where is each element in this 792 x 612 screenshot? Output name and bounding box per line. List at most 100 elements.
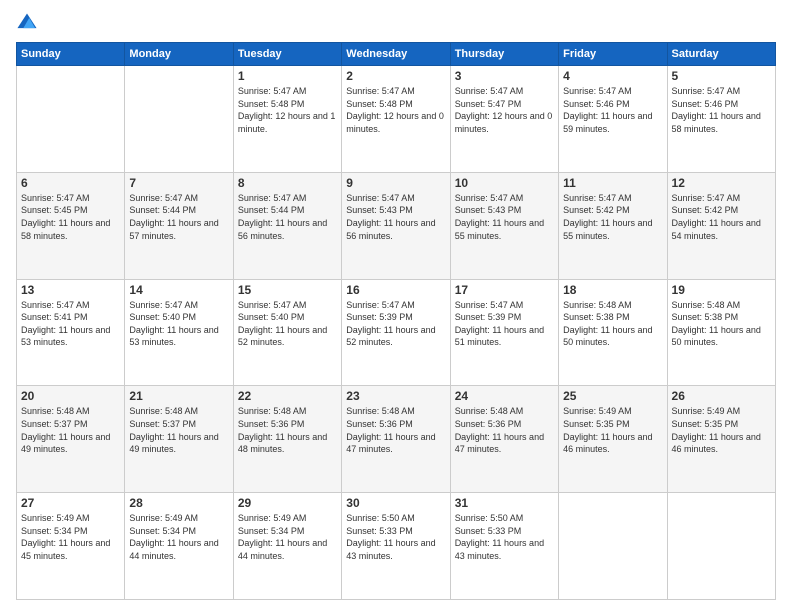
day-info: Sunrise: 5:47 AMSunset: 5:42 PMDaylight:… bbox=[563, 192, 662, 242]
calendar-cell: 30 Sunrise: 5:50 AMSunset: 5:33 PMDayligh… bbox=[342, 493, 450, 600]
day-number: 8 bbox=[238, 176, 337, 190]
weekday-sunday: Sunday bbox=[17, 43, 125, 66]
calendar-cell bbox=[125, 66, 233, 173]
calendar-cell: 1 Sunrise: 5:47 AMSunset: 5:48 PMDaylight… bbox=[233, 66, 341, 173]
day-number: 18 bbox=[563, 283, 662, 297]
calendar-cell: 16 Sunrise: 5:47 AMSunset: 5:39 PMDayligh… bbox=[342, 279, 450, 386]
calendar-cell: 26 Sunrise: 5:49 AMSunset: 5:35 PMDayligh… bbox=[667, 386, 775, 493]
calendar: SundayMondayTuesdayWednesdayThursdayFrid… bbox=[16, 42, 776, 600]
day-info: Sunrise: 5:49 AMSunset: 5:35 PMDaylight:… bbox=[563, 405, 662, 455]
day-number: 27 bbox=[21, 496, 120, 510]
week-row-2: 6 Sunrise: 5:47 AMSunset: 5:45 PMDaylight… bbox=[17, 172, 776, 279]
calendar-cell: 12Sunrise: 5:47 AMSunset: 5:42 PMDayligh… bbox=[667, 172, 775, 279]
day-info: Sunrise: 5:47 AMSunset: 5:47 PMDaylight:… bbox=[455, 85, 554, 135]
day-info: Sunrise: 5:47 AMSunset: 5:41 PMDaylight:… bbox=[21, 299, 120, 349]
day-number: 22 bbox=[238, 389, 337, 403]
day-number: 15 bbox=[238, 283, 337, 297]
day-info: Sunrise: 5:48 AMSunset: 5:36 PMDaylight:… bbox=[455, 405, 554, 455]
day-info: Sunrise: 5:47 AMSunset: 5:45 PMDaylight:… bbox=[21, 192, 120, 242]
day-number: 2 bbox=[346, 69, 445, 83]
calendar-cell: 5 Sunrise: 5:47 AMSunset: 5:46 PMDaylight… bbox=[667, 66, 775, 173]
calendar-cell: 22Sunrise: 5:48 AMSunset: 5:36 PMDayligh… bbox=[233, 386, 341, 493]
day-number: 6 bbox=[21, 176, 120, 190]
day-info: Sunrise: 5:48 AMSunset: 5:38 PMDaylight:… bbox=[563, 299, 662, 349]
day-number: 10 bbox=[455, 176, 554, 190]
calendar-cell: 7Sunrise: 5:47 AMSunset: 5:44 PMDaylight… bbox=[125, 172, 233, 279]
day-info: Sunrise: 5:48 AMSunset: 5:37 PMDaylight:… bbox=[21, 405, 120, 455]
calendar-cell: 19Sunrise: 5:48 AMSunset: 5:38 PMDayligh… bbox=[667, 279, 775, 386]
day-info: Sunrise: 5:47 AMSunset: 5:48 PMDaylight:… bbox=[238, 85, 337, 135]
calendar-cell: 10Sunrise: 5:47 AMSunset: 5:43 PMDayligh… bbox=[450, 172, 558, 279]
day-number: 11 bbox=[563, 176, 662, 190]
day-number: 20 bbox=[21, 389, 120, 403]
day-info: Sunrise: 5:47 AMSunset: 5:39 PMDaylight:… bbox=[346, 299, 445, 349]
day-number: 16 bbox=[346, 283, 445, 297]
day-number: 14 bbox=[129, 283, 228, 297]
weekday-monday: Monday bbox=[125, 43, 233, 66]
header bbox=[16, 12, 776, 34]
calendar-cell bbox=[667, 493, 775, 600]
day-number: 3 bbox=[455, 69, 554, 83]
day-info: Sunrise: 5:47 AMSunset: 5:40 PMDaylight:… bbox=[129, 299, 228, 349]
day-number: 24 bbox=[455, 389, 554, 403]
logo bbox=[16, 12, 40, 34]
day-info: Sunrise: 5:50 AMSunset: 5:33 PMDaylight:… bbox=[346, 512, 445, 562]
day-info: Sunrise: 5:49 AMSunset: 5:34 PMDaylight:… bbox=[21, 512, 120, 562]
calendar-cell: 21Sunrise: 5:48 AMSunset: 5:37 PMDayligh… bbox=[125, 386, 233, 493]
calendar-cell: 2 Sunrise: 5:47 AMSunset: 5:48 PMDaylight… bbox=[342, 66, 450, 173]
day-info: Sunrise: 5:48 AMSunset: 5:36 PMDaylight:… bbox=[346, 405, 445, 455]
calendar-cell: 29 Sunrise: 5:49 AMSunset: 5:34 PMDayligh… bbox=[233, 493, 341, 600]
calendar-cell: 27 Sunrise: 5:49 AMSunset: 5:34 PMDayligh… bbox=[17, 493, 125, 600]
day-number: 29 bbox=[238, 496, 337, 510]
day-info: Sunrise: 5:47 AMSunset: 5:46 PMDaylight:… bbox=[563, 85, 662, 135]
day-number: 12 bbox=[672, 176, 771, 190]
calendar-cell: 6 Sunrise: 5:47 AMSunset: 5:45 PMDaylight… bbox=[17, 172, 125, 279]
weekday-friday: Friday bbox=[559, 43, 667, 66]
day-info: Sunrise: 5:47 AMSunset: 5:40 PMDaylight:… bbox=[238, 299, 337, 349]
day-number: 13 bbox=[21, 283, 120, 297]
day-info: Sunrise: 5:47 AMSunset: 5:44 PMDaylight:… bbox=[129, 192, 228, 242]
calendar-cell: 15 Sunrise: 5:47 AMSunset: 5:40 PMDayligh… bbox=[233, 279, 341, 386]
day-info: Sunrise: 5:48 AMSunset: 5:37 PMDaylight:… bbox=[129, 405, 228, 455]
weekday-thursday: Thursday bbox=[450, 43, 558, 66]
day-number: 9 bbox=[346, 176, 445, 190]
day-number: 5 bbox=[672, 69, 771, 83]
calendar-cell: 17Sunrise: 5:47 AMSunset: 5:39 PMDayligh… bbox=[450, 279, 558, 386]
logo-icon bbox=[16, 12, 38, 34]
calendar-cell: 18 Sunrise: 5:48 AMSunset: 5:38 PMDayligh… bbox=[559, 279, 667, 386]
day-info: Sunrise: 5:47 AMSunset: 5:46 PMDaylight:… bbox=[672, 85, 771, 135]
page: SundayMondayTuesdayWednesdayThursdayFrid… bbox=[0, 0, 792, 612]
week-row-4: 20 Sunrise: 5:48 AMSunset: 5:37 PMDayligh… bbox=[17, 386, 776, 493]
day-info: Sunrise: 5:47 AMSunset: 5:39 PMDaylight:… bbox=[455, 299, 554, 349]
day-info: Sunrise: 5:47 AMSunset: 5:43 PMDaylight:… bbox=[346, 192, 445, 242]
day-info: Sunrise: 5:50 AMSunset: 5:33 PMDaylight:… bbox=[455, 512, 554, 562]
calendar-cell bbox=[559, 493, 667, 600]
weekday-tuesday: Tuesday bbox=[233, 43, 341, 66]
day-info: Sunrise: 5:48 AMSunset: 5:38 PMDaylight:… bbox=[672, 299, 771, 349]
day-info: Sunrise: 5:47 AMSunset: 5:48 PMDaylight:… bbox=[346, 85, 445, 135]
weekday-header-row: SundayMondayTuesdayWednesdayThursdayFrid… bbox=[17, 43, 776, 66]
day-info: Sunrise: 5:49 AMSunset: 5:35 PMDaylight:… bbox=[672, 405, 771, 455]
calendar-cell: 11 Sunrise: 5:47 AMSunset: 5:42 PMDayligh… bbox=[559, 172, 667, 279]
calendar-cell bbox=[17, 66, 125, 173]
calendar-cell: 20 Sunrise: 5:48 AMSunset: 5:37 PMDayligh… bbox=[17, 386, 125, 493]
day-number: 25 bbox=[563, 389, 662, 403]
week-row-5: 27 Sunrise: 5:49 AMSunset: 5:34 PMDayligh… bbox=[17, 493, 776, 600]
day-number: 30 bbox=[346, 496, 445, 510]
day-number: 4 bbox=[563, 69, 662, 83]
week-row-3: 13 Sunrise: 5:47 AMSunset: 5:41 PMDayligh… bbox=[17, 279, 776, 386]
calendar-cell: 8Sunrise: 5:47 AMSunset: 5:44 PMDaylight… bbox=[233, 172, 341, 279]
day-number: 26 bbox=[672, 389, 771, 403]
week-row-1: 1 Sunrise: 5:47 AMSunset: 5:48 PMDaylight… bbox=[17, 66, 776, 173]
calendar-cell: 23Sunrise: 5:48 AMSunset: 5:36 PMDayligh… bbox=[342, 386, 450, 493]
day-number: 28 bbox=[129, 496, 228, 510]
day-number: 1 bbox=[238, 69, 337, 83]
calendar-cell: 4 Sunrise: 5:47 AMSunset: 5:46 PMDaylight… bbox=[559, 66, 667, 173]
calendar-cell: 3 Sunrise: 5:47 AMSunset: 5:47 PMDaylight… bbox=[450, 66, 558, 173]
calendar-cell: 24 Sunrise: 5:48 AMSunset: 5:36 PMDayligh… bbox=[450, 386, 558, 493]
calendar-cell: 31 Sunrise: 5:50 AMSunset: 5:33 PMDayligh… bbox=[450, 493, 558, 600]
weekday-saturday: Saturday bbox=[667, 43, 775, 66]
day-number: 31 bbox=[455, 496, 554, 510]
day-info: Sunrise: 5:49 AMSunset: 5:34 PMDaylight:… bbox=[238, 512, 337, 562]
weekday-wednesday: Wednesday bbox=[342, 43, 450, 66]
